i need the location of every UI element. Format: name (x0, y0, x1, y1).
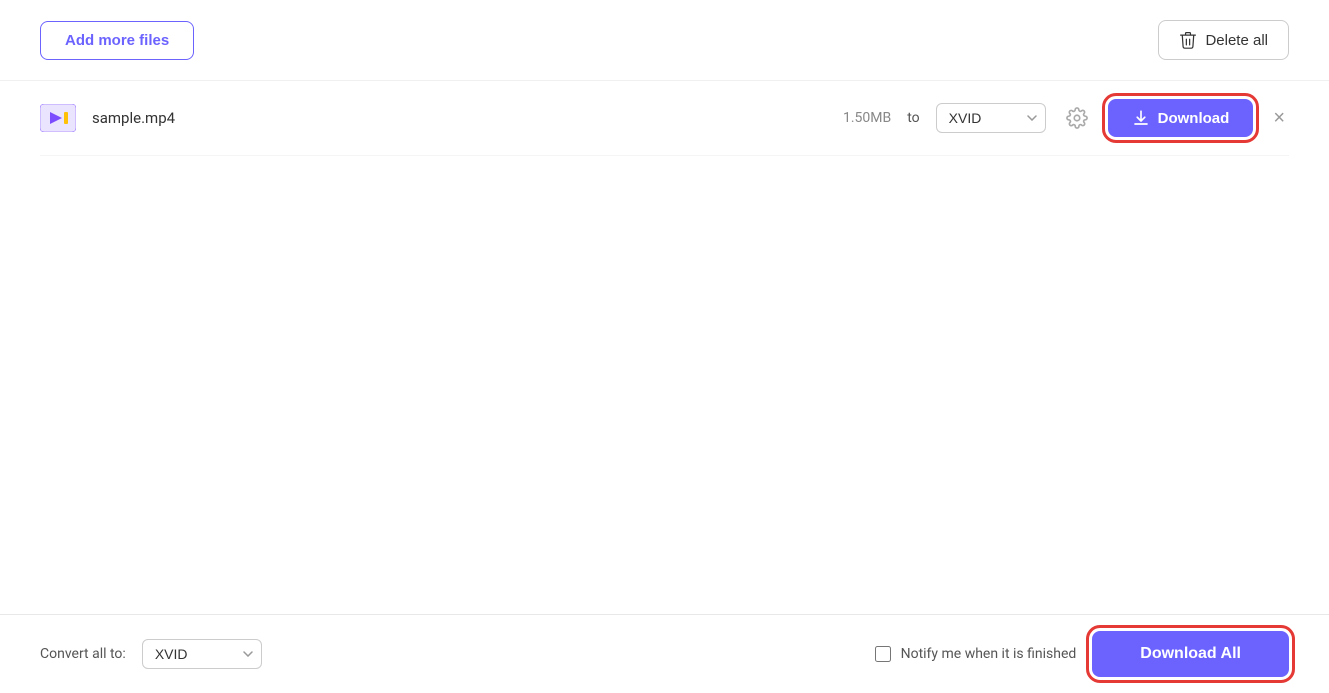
gear-icon (1066, 107, 1088, 129)
add-more-files-button[interactable]: Add more files (40, 21, 194, 60)
download-icon (1132, 109, 1150, 127)
to-label: to (907, 110, 919, 126)
table-row: sample.mp4 1.50MB to XVID MP4 AVI MKV MO… (40, 81, 1289, 156)
notify-area: Notify me when it is finished (875, 646, 1077, 662)
convert-all-label: Convert all to: (40, 646, 126, 662)
file-list: sample.mp4 1.50MB to XVID MP4 AVI MKV MO… (0, 81, 1329, 614)
toolbar: Add more files Delete all (0, 0, 1329, 81)
download-label: Download (1158, 110, 1230, 127)
file-type-icon (40, 100, 76, 136)
download-all-button[interactable]: Download All (1092, 631, 1289, 677)
bottom-bar: Convert all to: XVID MP4 AVI MKV MOV WMV… (0, 614, 1329, 693)
remove-file-button[interactable]: × (1269, 103, 1289, 134)
trash-icon (1179, 31, 1197, 49)
close-icon: × (1273, 107, 1285, 130)
download-button[interactable]: Download (1108, 99, 1254, 137)
delete-all-button[interactable]: Delete all (1158, 20, 1289, 60)
format-select[interactable]: XVID MP4 AVI MKV MOV WMV (936, 103, 1046, 133)
delete-all-label: Delete all (1205, 32, 1268, 49)
notify-label: Notify me when it is finished (901, 646, 1077, 662)
settings-button[interactable] (1062, 103, 1092, 133)
page-container: Add more files Delete all sample.mp4 (0, 0, 1329, 693)
notify-checkbox[interactable] (875, 646, 891, 662)
file-size: 1.50MB (811, 110, 891, 126)
convert-all-select[interactable]: XVID MP4 AVI MKV MOV WMV (142, 639, 262, 669)
file-name: sample.mp4 (92, 109, 795, 127)
